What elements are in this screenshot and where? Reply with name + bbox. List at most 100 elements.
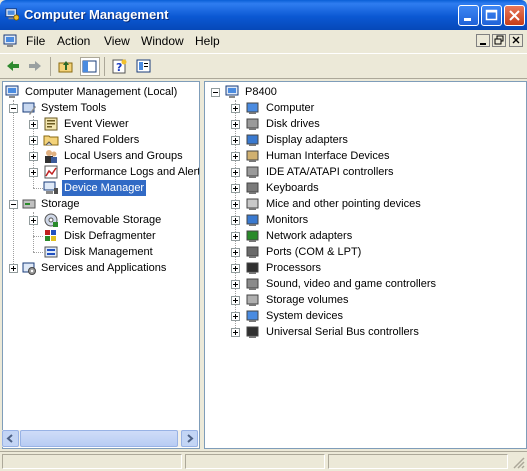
menu-file[interactable]: File bbox=[26, 34, 45, 48]
device-category-label: Monitors bbox=[266, 214, 309, 226]
computer-icon bbox=[246, 102, 259, 114]
shared-folder-icon bbox=[43, 135, 59, 146]
horizontal-scrollbar[interactable] bbox=[2, 430, 198, 447]
expand-icon[interactable] bbox=[9, 264, 18, 273]
mdi-restore-button[interactable] bbox=[492, 34, 506, 47]
expand-icon[interactable] bbox=[231, 232, 240, 241]
menu-view[interactable]: View bbox=[104, 34, 130, 48]
tree-node-label: Storage bbox=[41, 198, 80, 210]
monitor-icon bbox=[246, 214, 259, 226]
menu-action[interactable]: Action bbox=[57, 34, 90, 48]
device-category-label: Keyboards bbox=[266, 182, 319, 194]
expand-icon[interactable] bbox=[231, 312, 240, 321]
scroll-right-button[interactable] bbox=[181, 430, 198, 447]
hid-icon bbox=[246, 150, 259, 162]
device-category-label: Computer bbox=[266, 102, 315, 114]
system-devices-icon bbox=[246, 310, 259, 322]
expand-icon[interactable] bbox=[231, 296, 240, 305]
expand-icon[interactable] bbox=[231, 168, 240, 177]
device-category-label: Ports (COM & LPT) bbox=[266, 246, 362, 258]
expand-icon[interactable] bbox=[29, 216, 38, 225]
expand-icon[interactable] bbox=[231, 248, 240, 257]
scrollbar-thumb[interactable] bbox=[20, 430, 178, 447]
mdi-close-button[interactable] bbox=[509, 34, 523, 47]
device-category-label: System devices bbox=[266, 310, 344, 322]
device-tree-pane[interactable]: P8400 Computer Disk drives Display adapter… bbox=[204, 81, 527, 449]
svg-text:?: ? bbox=[116, 61, 122, 74]
sound-icon bbox=[246, 278, 259, 290]
device-category-label: Mice and other pointing devices bbox=[266, 198, 421, 210]
title-bar[interactable]: Computer Management bbox=[0, 0, 527, 30]
arrow-left-icon bbox=[6, 434, 13, 443]
resize-grip-icon[interactable] bbox=[512, 456, 525, 469]
disk-drive-icon bbox=[246, 118, 259, 130]
arrow-right-icon bbox=[187, 434, 194, 443]
maximize-button[interactable] bbox=[481, 5, 502, 26]
forward-icon bbox=[29, 61, 41, 71]
mmc-console-icon[interactable] bbox=[3, 33, 19, 49]
network-adapter-icon bbox=[246, 230, 259, 242]
show-hide-console-tree-button[interactable] bbox=[80, 57, 100, 76]
ide-controller-icon bbox=[246, 166, 259, 178]
maximize-icon bbox=[485, 9, 498, 21]
expand-icon[interactable] bbox=[231, 104, 240, 113]
services-applications-icon bbox=[22, 262, 36, 275]
system-tools-icon bbox=[22, 102, 36, 115]
mdi-minimize-button[interactable] bbox=[476, 34, 490, 47]
status-bar bbox=[0, 451, 527, 471]
expand-icon[interactable] bbox=[231, 280, 240, 289]
tree-node-label: Removable Storage bbox=[64, 214, 162, 226]
menu-window[interactable]: Window bbox=[141, 34, 184, 48]
up-one-level-button[interactable] bbox=[56, 57, 76, 76]
close-button[interactable] bbox=[504, 5, 525, 26]
window-title: Computer Management bbox=[24, 7, 169, 22]
device-root-label: P8400 bbox=[245, 86, 277, 98]
help-icon: ? bbox=[112, 59, 127, 74]
minimize-icon bbox=[464, 18, 471, 21]
expand-icon[interactable] bbox=[29, 120, 38, 129]
computer-icon bbox=[225, 85, 239, 98]
expand-icon[interactable] bbox=[29, 152, 38, 161]
expand-icon[interactable] bbox=[231, 264, 240, 273]
expand-icon[interactable] bbox=[29, 168, 38, 177]
tree-node-label: Disk Defragmenter bbox=[64, 230, 156, 242]
device-category-label: Storage volumes bbox=[266, 294, 349, 306]
collapse-icon[interactable] bbox=[211, 88, 220, 97]
computer-management-icon bbox=[5, 8, 19, 21]
collapse-icon[interactable] bbox=[9, 104, 18, 113]
expand-icon[interactable] bbox=[231, 216, 240, 225]
device-category-label: Display adapters bbox=[266, 134, 348, 146]
disk-defragmenter-icon bbox=[45, 230, 56, 241]
menu-help[interactable]: Help bbox=[195, 34, 220, 48]
storage-icon bbox=[22, 199, 36, 209]
collapse-icon[interactable] bbox=[9, 200, 18, 209]
expand-icon[interactable] bbox=[231, 120, 240, 129]
expand-icon[interactable] bbox=[231, 184, 240, 193]
disk-management-icon bbox=[44, 246, 58, 258]
expand-icon[interactable] bbox=[231, 328, 240, 337]
properties-button[interactable] bbox=[134, 57, 154, 76]
scroll-left-button[interactable] bbox=[2, 430, 19, 447]
toolbar-separator bbox=[104, 57, 105, 76]
expand-icon[interactable] bbox=[231, 200, 240, 209]
tree-node-label: Local Users and Groups bbox=[64, 150, 183, 162]
console-tree-pane[interactable]: Computer Management (Local) System Tools… bbox=[2, 81, 200, 449]
tree-node-label: Performance Logs and Alerts bbox=[64, 166, 200, 178]
help-button[interactable]: ? bbox=[110, 57, 130, 76]
device-category-label: Network adapters bbox=[266, 230, 353, 242]
expand-icon[interactable] bbox=[231, 152, 240, 161]
tree-node-label: Device Manager bbox=[62, 180, 147, 196]
properties-icon bbox=[136, 59, 151, 73]
expand-icon[interactable] bbox=[231, 136, 240, 145]
port-icon bbox=[246, 246, 259, 258]
tree-node-label: System Tools bbox=[41, 102, 107, 114]
minimize-button[interactable] bbox=[458, 5, 479, 26]
up-folder-icon bbox=[58, 61, 73, 73]
expand-icon[interactable] bbox=[29, 136, 38, 145]
storage-volume-icon bbox=[246, 294, 259, 306]
status-cell bbox=[328, 454, 508, 469]
show-hide-tree-icon bbox=[82, 60, 97, 73]
usb-icon bbox=[246, 326, 259, 338]
forward-button[interactable] bbox=[25, 57, 45, 76]
back-button[interactable] bbox=[3, 57, 23, 76]
